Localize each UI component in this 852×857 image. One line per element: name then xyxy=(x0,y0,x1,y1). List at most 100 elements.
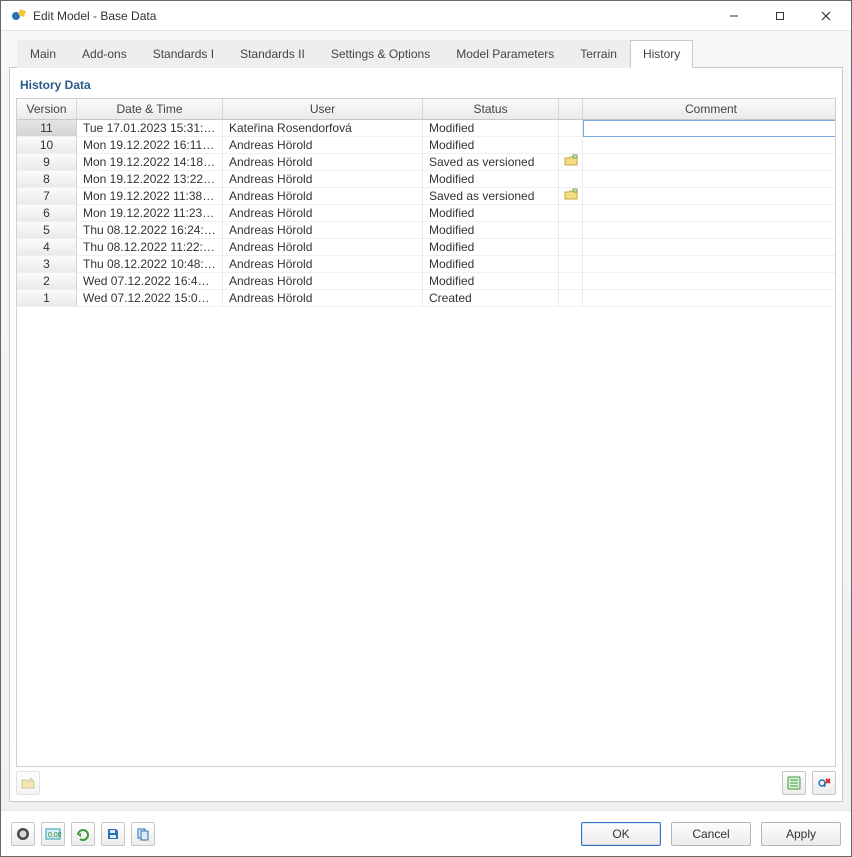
table-row[interactable]: 3Thu 08.12.2022 10:48:28Andreas HöroldMo… xyxy=(17,256,835,273)
tab-settings-options[interactable]: Settings & Options xyxy=(318,40,443,68)
cell-status: Modified xyxy=(423,137,559,154)
cell-version-icon xyxy=(559,290,583,307)
cell-comment[interactable] xyxy=(583,256,835,273)
help-button[interactable] xyxy=(11,822,35,846)
dialog-body: MainAdd-onsStandards IStandards IISettin… xyxy=(1,31,851,810)
table-row[interactable]: 7Mon 19.12.2022 11:38:04Andreas HöroldSa… xyxy=(17,188,835,205)
cell-version: 5 xyxy=(17,222,77,239)
cell-comment[interactable] xyxy=(583,239,835,256)
cell-version-icon xyxy=(559,222,583,239)
cell-datetime: Thu 08.12.2022 10:48:28 xyxy=(77,256,223,273)
cell-datetime: Mon 19.12.2022 16:11:22 xyxy=(77,137,223,154)
svg-text:0,00: 0,00 xyxy=(48,832,61,839)
cell-comment[interactable] xyxy=(583,120,835,137)
tab-standards-i[interactable]: Standards I xyxy=(140,40,227,68)
units-button[interactable]: 0,00 xyxy=(41,822,65,846)
cell-user: Andreas Hörold xyxy=(223,154,423,171)
col-comment[interactable]: Comment xyxy=(583,99,836,119)
cell-comment[interactable] xyxy=(583,273,835,290)
titlebar: Edit Model - Base Data xyxy=(1,1,851,31)
folder-icon xyxy=(564,154,578,170)
cell-version: 11 xyxy=(17,120,77,137)
folder-icon xyxy=(564,188,578,204)
cell-comment[interactable] xyxy=(583,137,835,154)
cell-comment[interactable] xyxy=(583,205,835,222)
dialog-footer: 0,00 OK Cancel Apply xyxy=(1,810,851,856)
cell-user: Andreas Hörold xyxy=(223,171,423,188)
cell-status: Saved as versioned xyxy=(423,154,559,171)
cell-datetime: Tue 17.01.2023 15:31:51 xyxy=(77,120,223,137)
cell-version: 9 xyxy=(17,154,77,171)
col-version[interactable]: Version xyxy=(17,99,77,119)
tab-terrain[interactable]: Terrain xyxy=(567,40,630,68)
table-row[interactable]: 4Thu 08.12.2022 11:22:00Andreas HöroldMo… xyxy=(17,239,835,256)
cell-user: Andreas Hörold xyxy=(223,188,423,205)
tab-add-ons[interactable]: Add-ons xyxy=(69,40,140,68)
table-row[interactable]: 1Wed 07.12.2022 15:08:54Andreas HöroldCr… xyxy=(17,290,835,307)
table-row[interactable]: 10Mon 19.12.2022 16:11:22Andreas HöroldM… xyxy=(17,137,835,154)
tab-model-parameters[interactable]: Model Parameters xyxy=(443,40,567,68)
cancel-button[interactable]: Cancel xyxy=(671,822,751,846)
ok-button[interactable]: OK xyxy=(581,822,661,846)
close-button[interactable] xyxy=(803,1,849,30)
cell-version: 2 xyxy=(17,273,77,290)
tab-standards-ii[interactable]: Standards II xyxy=(227,40,318,68)
cell-version: 8 xyxy=(17,171,77,188)
cell-status: Modified xyxy=(423,120,559,137)
tab-history[interactable]: History xyxy=(630,40,693,68)
cell-user: Andreas Hörold xyxy=(223,222,423,239)
table-row[interactable]: 11Tue 17.01.2023 15:31:51Kateřina Rosend… xyxy=(17,120,835,137)
maximize-button[interactable] xyxy=(757,1,803,30)
col-status[interactable]: Status xyxy=(423,99,559,119)
table-row[interactable]: 2Wed 07.12.2022 16:49:27Andreas HöroldMo… xyxy=(17,273,835,290)
cell-version-icon xyxy=(559,239,583,256)
cell-version-icon xyxy=(559,171,583,188)
tab-panel-history: History Data Version Date & Time User St… xyxy=(9,67,843,802)
cell-status: Saved as versioned xyxy=(423,188,559,205)
cell-status: Modified xyxy=(423,171,559,188)
dialog-window: Edit Model - Base Data MainAdd-onsStanda… xyxy=(0,0,852,857)
cell-comment[interactable] xyxy=(583,290,835,307)
cell-version-icon xyxy=(559,256,583,273)
cell-user: Andreas Hörold xyxy=(223,137,423,154)
cell-datetime: Thu 08.12.2022 11:22:00 xyxy=(77,239,223,256)
table-row[interactable]: 5Thu 08.12.2022 16:24:55Andreas HöroldMo… xyxy=(17,222,835,239)
cell-user: Andreas Hörold xyxy=(223,239,423,256)
cell-comment[interactable] xyxy=(583,154,835,171)
tab-main[interactable]: Main xyxy=(17,40,69,68)
cell-version-icon xyxy=(559,154,583,171)
cell-version-icon xyxy=(559,137,583,154)
cell-version: 10 xyxy=(17,137,77,154)
minimize-button[interactable] xyxy=(711,1,757,30)
cell-user: Andreas Hörold xyxy=(223,256,423,273)
reload-button[interactable] xyxy=(71,822,95,846)
cell-user: Andreas Hörold xyxy=(223,205,423,222)
history-grid: Version Date & Time User Status Comment … xyxy=(16,98,836,767)
open-version-button[interactable] xyxy=(16,771,40,795)
table-row[interactable]: 9Mon 19.12.2022 14:18:22Andreas HöroldSa… xyxy=(17,154,835,171)
cell-version-icon xyxy=(559,120,583,137)
table-row[interactable]: 8Mon 19.12.2022 13:22:02Andreas HöroldMo… xyxy=(17,171,835,188)
table-row[interactable]: 6Mon 19.12.2022 11:23:36Andreas HöroldMo… xyxy=(17,205,835,222)
cell-version-icon xyxy=(559,188,583,205)
cell-comment[interactable] xyxy=(583,222,835,239)
cell-user: Andreas Hörold xyxy=(223,290,423,307)
cell-datetime: Mon 19.12.2022 14:18:22 xyxy=(77,154,223,171)
cell-datetime: Mon 19.12.2022 13:22:02 xyxy=(77,171,223,188)
apply-button[interactable]: Apply xyxy=(761,822,841,846)
cell-version-icon xyxy=(559,273,583,290)
copy-settings-button[interactable] xyxy=(131,822,155,846)
grid-body: 11Tue 17.01.2023 15:31:51Kateřina Rosend… xyxy=(17,120,835,766)
export-list-button[interactable] xyxy=(782,771,806,795)
save-button[interactable] xyxy=(101,822,125,846)
delete-history-button[interactable] xyxy=(812,771,836,795)
col-user[interactable]: User xyxy=(223,99,423,119)
col-icon xyxy=(559,99,583,119)
cell-datetime: Wed 07.12.2022 16:49:27 xyxy=(77,273,223,290)
cell-datetime: Wed 07.12.2022 15:08:54 xyxy=(77,290,223,307)
grid-header: Version Date & Time User Status Comment xyxy=(17,99,835,120)
col-datetime[interactable]: Date & Time xyxy=(77,99,223,119)
cell-comment[interactable] xyxy=(583,171,835,188)
cell-comment[interactable] xyxy=(583,188,835,205)
window-controls xyxy=(711,1,849,30)
